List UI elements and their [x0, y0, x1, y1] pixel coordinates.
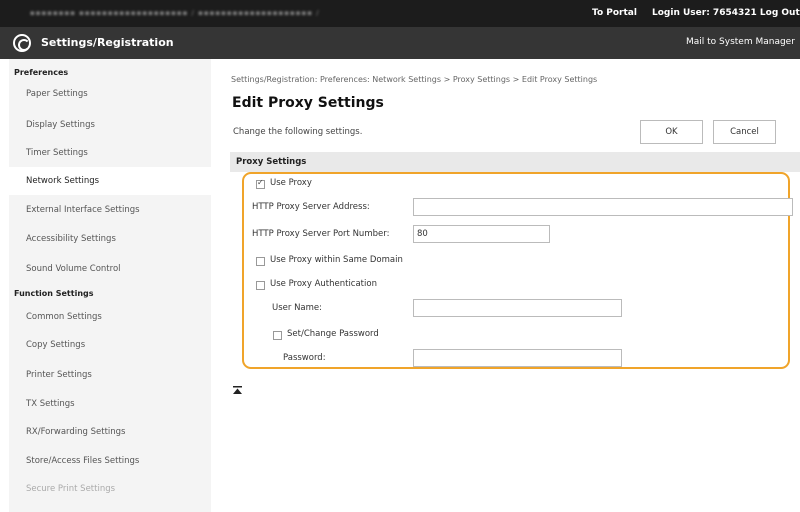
sidebar-section-preferences: Preferences: [14, 68, 69, 77]
password-input[interactable]: [413, 349, 622, 367]
sidebar-item-tx-settings[interactable]: TX Settings: [9, 390, 211, 418]
use-proxy-label: Use Proxy: [270, 178, 312, 188]
sidebar-item-external-interface-settings[interactable]: External Interface Settings: [9, 196, 211, 224]
title-bar: Settings/Registration Mail to System Man…: [0, 27, 800, 59]
same-domain-checkbox[interactable]: [256, 257, 265, 266]
port-number-input[interactable]: [413, 225, 550, 243]
proxy-authentication-label: Use Proxy Authentication: [270, 279, 377, 289]
server-address-input[interactable]: [413, 198, 793, 216]
app-title: Settings/Registration: [41, 36, 174, 49]
sidebar-item-printer-settings[interactable]: Printer Settings: [9, 361, 211, 389]
sidebar-item-accessibility-settings[interactable]: Accessibility Settings: [9, 225, 211, 253]
sidebar-item-timer-settings[interactable]: Timer Settings: [9, 139, 211, 167]
server-address-label: HTTP Proxy Server Address:: [252, 202, 370, 212]
sidebar-item-secure-print-settings[interactable]: Secure Print Settings: [9, 475, 211, 503]
to-portal-link[interactable]: To Portal: [592, 8, 637, 18]
sidebar-item-common-settings[interactable]: Common Settings: [9, 303, 211, 331]
proxy-authentication-checkbox[interactable]: [256, 281, 265, 290]
sidebar-item-copy-settings[interactable]: Copy Settings: [9, 331, 211, 359]
breadcrumb: Settings/Registration: Preferences: Netw…: [231, 75, 598, 84]
password-label: Password:: [283, 353, 326, 363]
page-title: Edit Proxy Settings: [232, 95, 384, 111]
settings-logo-icon: [13, 34, 31, 52]
user-name-input[interactable]: [413, 299, 622, 317]
main-content: Settings/Registration: Preferences: Netw…: [225, 59, 800, 512]
mail-to-system-manager-link[interactable]: Mail to System Manager: [686, 37, 795, 47]
sidebar-item-network-settings[interactable]: Network Settings: [9, 167, 211, 195]
port-number-label: HTTP Proxy Server Port Number:: [252, 229, 390, 239]
sidebar-section-function-settings: Function Settings: [14, 289, 94, 298]
sidebar-item-sound-volume-control[interactable]: Sound Volume Control: [9, 255, 211, 283]
sidebar-item-store-access-files-settings[interactable]: Store/Access Files Settings: [9, 447, 211, 475]
ok-button[interactable]: OK: [640, 120, 703, 144]
back-to-top-icon[interactable]: [233, 386, 242, 396]
user-name-label: User Name:: [272, 303, 323, 313]
instruction-text: Change the following settings.: [233, 127, 363, 137]
use-proxy-checkbox[interactable]: [256, 178, 265, 189]
same-domain-label: Use Proxy within Same Domain: [270, 255, 403, 265]
sidebar: Preferences Paper Settings Display Setti…: [9, 59, 211, 512]
sidebar-item-paper-settings[interactable]: Paper Settings: [9, 80, 211, 108]
top-bar: ▪▪▪▪▪▪▪▪ ▪▪▪▪▪▪▪▪▪▪▪▪▪▪▪▪▪▪▪ / ▪▪▪▪▪▪▪▪▪…: [0, 0, 800, 27]
set-change-password-checkbox[interactable]: [273, 331, 282, 340]
set-change-password-label: Set/Change Password: [287, 329, 379, 339]
login-user-text[interactable]: Login User: 7654321 Log Out: [652, 8, 800, 18]
proxy-settings-section-header: Proxy Settings: [230, 152, 800, 172]
sidebar-item-rx-forwarding-settings[interactable]: RX/Forwarding Settings: [9, 418, 211, 446]
url-text: ▪▪▪▪▪▪▪▪ ▪▪▪▪▪▪▪▪▪▪▪▪▪▪▪▪▪▪▪ / ▪▪▪▪▪▪▪▪▪…: [30, 9, 320, 17]
sidebar-item-display-settings[interactable]: Display Settings: [9, 111, 211, 139]
cancel-button[interactable]: Cancel: [713, 120, 776, 144]
